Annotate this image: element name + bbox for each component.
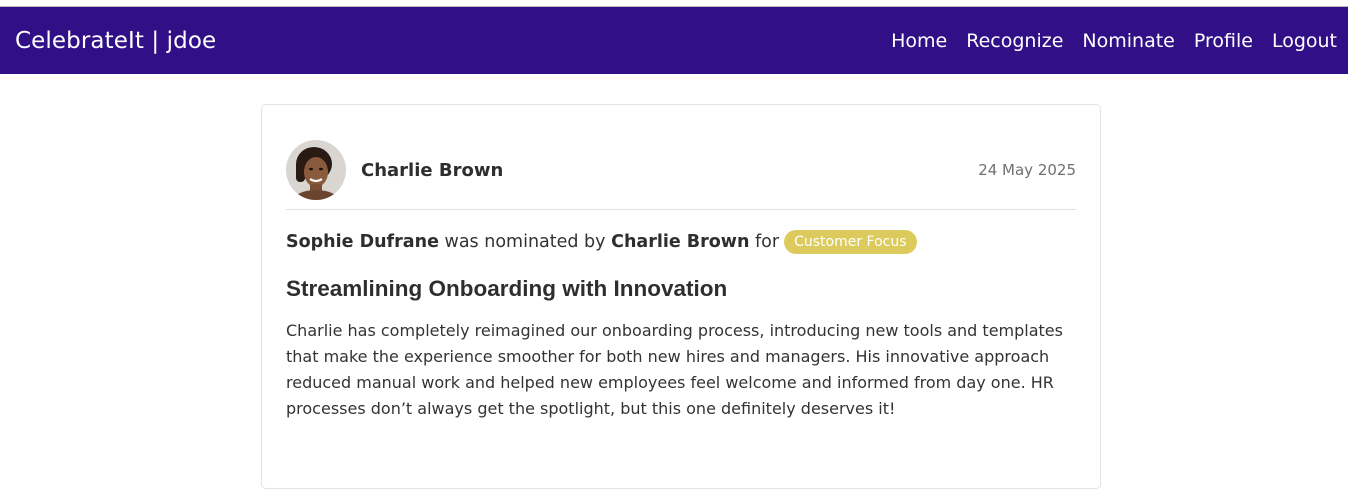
nominee-name[interactable]: Sophie Dufrane	[286, 232, 439, 252]
post-date: 24 May 2025	[978, 161, 1076, 179]
brand-link[interactable]: CelebrateIt | jdoe	[15, 28, 216, 54]
avatar-photo-icon	[286, 140, 346, 200]
for-text: for	[755, 232, 780, 252]
author-name[interactable]: Charlie Brown	[361, 160, 978, 181]
nomination-summary: Sophie Dufrane was nominated by Charlie …	[286, 230, 1076, 254]
nominator-name[interactable]: Charlie Brown	[611, 232, 749, 252]
nav-profile-link[interactable]: Profile	[1194, 30, 1253, 52]
avatar	[286, 140, 346, 200]
nav-home-link[interactable]: Home	[891, 30, 947, 52]
nav-logout-link[interactable]: Logout	[1272, 30, 1337, 52]
card-header: Charlie Brown 24 May 2025	[286, 139, 1076, 210]
nominated-by-text: was nominated by	[444, 232, 606, 252]
navbar: CelebrateIt | jdoe Home Recognize Nomina…	[0, 7, 1348, 74]
category-badge: Customer Focus	[784, 230, 917, 254]
nav-links: Home Recognize Nominate Profile Logout	[891, 30, 1337, 52]
post-title: Streamlining Onboarding with Innovation	[286, 276, 728, 301]
top-rule	[0, 0, 1348, 7]
nav-recognize-link[interactable]: Recognize	[966, 30, 1063, 52]
recognition-card: Charlie Brown 24 May 2025 Sophie Dufrane…	[261, 104, 1101, 489]
post-body: Charlie has completely reimagined our on…	[286, 321, 1063, 418]
nav-nominate-link[interactable]: Nominate	[1082, 30, 1174, 52]
